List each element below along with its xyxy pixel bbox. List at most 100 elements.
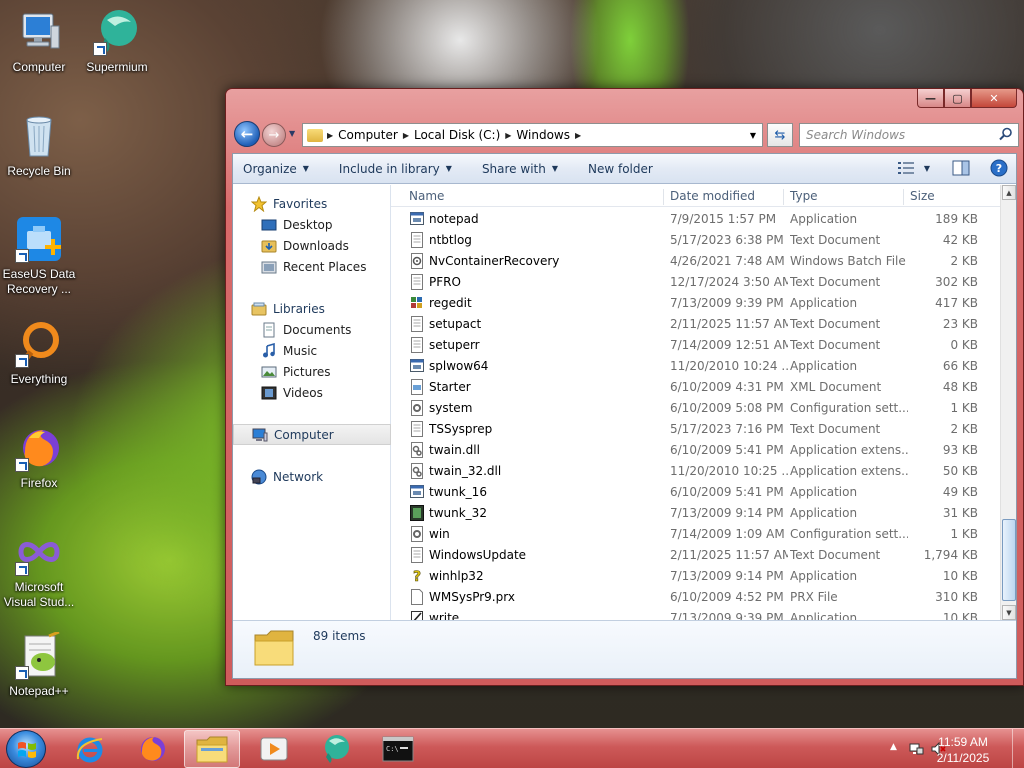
desktop-icon-notepad-plus-plus[interactable]: Notepad++ (0, 630, 78, 699)
file-row[interactable]: Starter 6/10/2009 4:31 PM XML Document 48 K… (391, 377, 1000, 398)
file-date-modified: 7/13/2009 9:14 PM (670, 569, 784, 583)
file-row[interactable]: twain_32.dll 11/20/2010 10:25 ... Applicat… (391, 461, 1000, 482)
taskbar-command-prompt[interactable]: C:\ (370, 730, 426, 768)
preview-pane-icon[interactable] (952, 160, 970, 176)
taskbar-windows-explorer[interactable] (184, 730, 240, 768)
refresh-button[interactable]: ⇆ (767, 123, 793, 147)
show-desktop-button[interactable] (1012, 729, 1024, 768)
file-row[interactable]: TSSysprep 5/17/2023 7:16 PM Text Document 2… (391, 419, 1000, 440)
taskbar-supermium[interactable] (308, 730, 364, 768)
desktop-icon-firefox[interactable]: Firefox (0, 424, 78, 491)
search-input[interactable]: Search Windows (806, 128, 905, 142)
file-row[interactable]: write 7/13/2009 9:39 PM Application 10 KB (391, 608, 1000, 620)
breadcrumb-separator-icon[interactable]: ▶ (575, 131, 581, 140)
file-row[interactable]: PFRO 12/17/2024 3:50 AM Text Document 302 K… (391, 272, 1000, 293)
nav-music-label: Music (283, 343, 318, 358)
column-header-date[interactable]: Date modified (663, 189, 781, 205)
close-button[interactable]: ✕ (971, 89, 1017, 108)
minimize-button[interactable]: — (917, 89, 944, 108)
show-hidden-icons-icon[interactable]: ▲ (890, 742, 897, 752)
scroll-up-arrow-icon[interactable]: ▲ (1002, 185, 1016, 200)
share-with-button[interactable]: Share with ▼ (482, 162, 558, 176)
desktop-icon-supermium[interactable]: Supermium (78, 8, 156, 75)
back-button[interactable]: ← (234, 121, 260, 147)
file-row[interactable]: system 6/10/2009 5:08 PM Configuration set… (391, 398, 1000, 419)
recent-pages-dropdown[interactable]: ▼ (289, 129, 295, 138)
nav-videos[interactable]: Videos (233, 382, 391, 403)
search-box[interactable]: Search Windows (799, 123, 1019, 147)
nav-documents-label: Documents (283, 322, 352, 337)
organize-button[interactable]: Organize ▼ (243, 162, 309, 176)
nav-computer[interactable]: Computer (233, 424, 391, 445)
clock[interactable]: 11:59 AM 2/11/2025 (928, 734, 998, 766)
view-details-icon[interactable] (897, 161, 914, 175)
taskbar-media-player[interactable] (246, 730, 302, 768)
file-row[interactable]: setupact 2/11/2025 11:57 AM Text Document 2… (391, 314, 1000, 335)
scroll-down-arrow-icon[interactable]: ▼ (1002, 605, 1016, 620)
desktop-icon-easeus[interactable]: EaseUS Data Recovery ... (0, 215, 78, 297)
file-row[interactable]: twunk_16 6/10/2009 5:41 PM Application 49 K… (391, 482, 1000, 503)
file-row[interactable]: setuperr 7/14/2009 12:51 AM Text Document 0… (391, 335, 1000, 356)
clock-date: 2/11/2025 (936, 751, 990, 765)
file-row[interactable]: notepad 7/9/2015 1:57 PM Application 189 KB (391, 209, 1000, 230)
twunk-app-icon (410, 505, 424, 521)
nav-music[interactable]: Music (233, 340, 391, 361)
nav-favorites[interactable]: Favorites (233, 193, 391, 214)
file-row[interactable]: splwow64 11/20/2010 10:24 ... Application 6… (391, 356, 1000, 377)
column-header-type[interactable]: Type (783, 189, 901, 205)
scroll-thumb[interactable] (1002, 519, 1016, 601)
libraries-icon (251, 301, 267, 317)
text-file-icon (410, 316, 424, 332)
search-icon[interactable] (999, 127, 1013, 141)
view-options-chevron-icon[interactable]: ▼ (924, 164, 930, 173)
forward-button[interactable]: → (262, 123, 286, 147)
nav-downloads[interactable]: Downloads (233, 235, 391, 256)
file-row[interactable]: WMSysPr9.prx 6/10/2009 4:52 PM PRX File 310… (391, 587, 1000, 608)
breadcrumb-local-disk[interactable]: Local Disk (C:) (409, 128, 505, 142)
file-row[interactable]: ? winhlp32 7/13/2009 9:14 PM Application 10 … (391, 566, 1000, 587)
file-type: Application (790, 506, 858, 520)
visual-studio-icon (15, 528, 63, 576)
taskbar-internet-explorer[interactable] (62, 730, 118, 768)
vertical-scrollbar[interactable]: ▲ ▼ (1000, 185, 1016, 620)
nav-documents[interactable]: Documents (233, 319, 391, 340)
nav-recent-places[interactable]: Recent Places (233, 256, 391, 277)
maximize-button[interactable]: ▢ (944, 89, 971, 108)
column-header-name[interactable]: Name (403, 189, 661, 205)
desktop-icon-recycle-bin[interactable]: Recycle Bin (0, 112, 78, 179)
file-row[interactable]: win 7/14/2009 1:09 AM Configuration sett..… (391, 524, 1000, 545)
title-bar[interactable]: — ▢ ✕ (226, 89, 1023, 113)
file-row[interactable]: twain.dll 6/10/2009 5:41 PM Application ex… (391, 440, 1000, 461)
file-row[interactable]: WindowsUpdate 2/11/2025 11:57 AM Text Docu… (391, 545, 1000, 566)
include-in-library-button[interactable]: Include in library ▼ (339, 162, 452, 176)
refresh-icon: ⇆ (774, 127, 786, 143)
network-status-icon[interactable] (908, 741, 924, 757)
file-row[interactable]: ntbtlog 5/17/2023 6:38 PM Text Document 42 … (391, 230, 1000, 251)
help-icon[interactable]: ? (990, 159, 1008, 177)
start-button[interactable] (6, 730, 46, 768)
nav-libraries[interactable]: Libraries (233, 298, 391, 319)
file-type: Configuration sett... (790, 401, 908, 415)
file-row[interactable]: NvContainerRecovery 4/26/2021 7:48 AM Wind… (391, 251, 1000, 272)
taskbar-firefox[interactable] (124, 730, 180, 768)
desktop-icon-visual-studio[interactable]: Microsoft Visual Stud... (0, 528, 78, 610)
breadcrumb-computer[interactable]: Computer (333, 128, 403, 142)
nav-pictures[interactable]: Pictures (233, 361, 391, 382)
file-type: PRX File (790, 590, 838, 604)
breadcrumb-windows[interactable]: Windows (511, 128, 575, 142)
address-dropdown-icon[interactable]: ▼ (750, 131, 756, 140)
new-folder-button[interactable]: New folder (588, 162, 653, 176)
address-bar[interactable]: ▶ Computer ▶ Local Disk (C:) ▶ Windows ▶… (302, 123, 763, 147)
file-size: 23 KB (942, 317, 978, 331)
config-file-icon (410, 526, 424, 542)
column-header-size[interactable]: Size (903, 189, 983, 205)
file-row[interactable]: regedit 7/13/2009 9:39 PM Application 417 K… (391, 293, 1000, 314)
nav-desktop[interactable]: Desktop (233, 214, 391, 235)
file-row[interactable]: twunk_32 7/13/2009 9:14 PM Application 31 K… (391, 503, 1000, 524)
desktop-icon-everything[interactable]: Everything (0, 320, 78, 387)
desktop-icon-computer[interactable]: Computer (0, 8, 78, 75)
content-frame: Organize ▼ Include in library ▼ Share wi… (232, 153, 1017, 679)
nav-desktop-label: Desktop (283, 217, 333, 232)
nav-network[interactable]: Network (233, 466, 391, 487)
file-name: twunk_16 (429, 485, 487, 499)
